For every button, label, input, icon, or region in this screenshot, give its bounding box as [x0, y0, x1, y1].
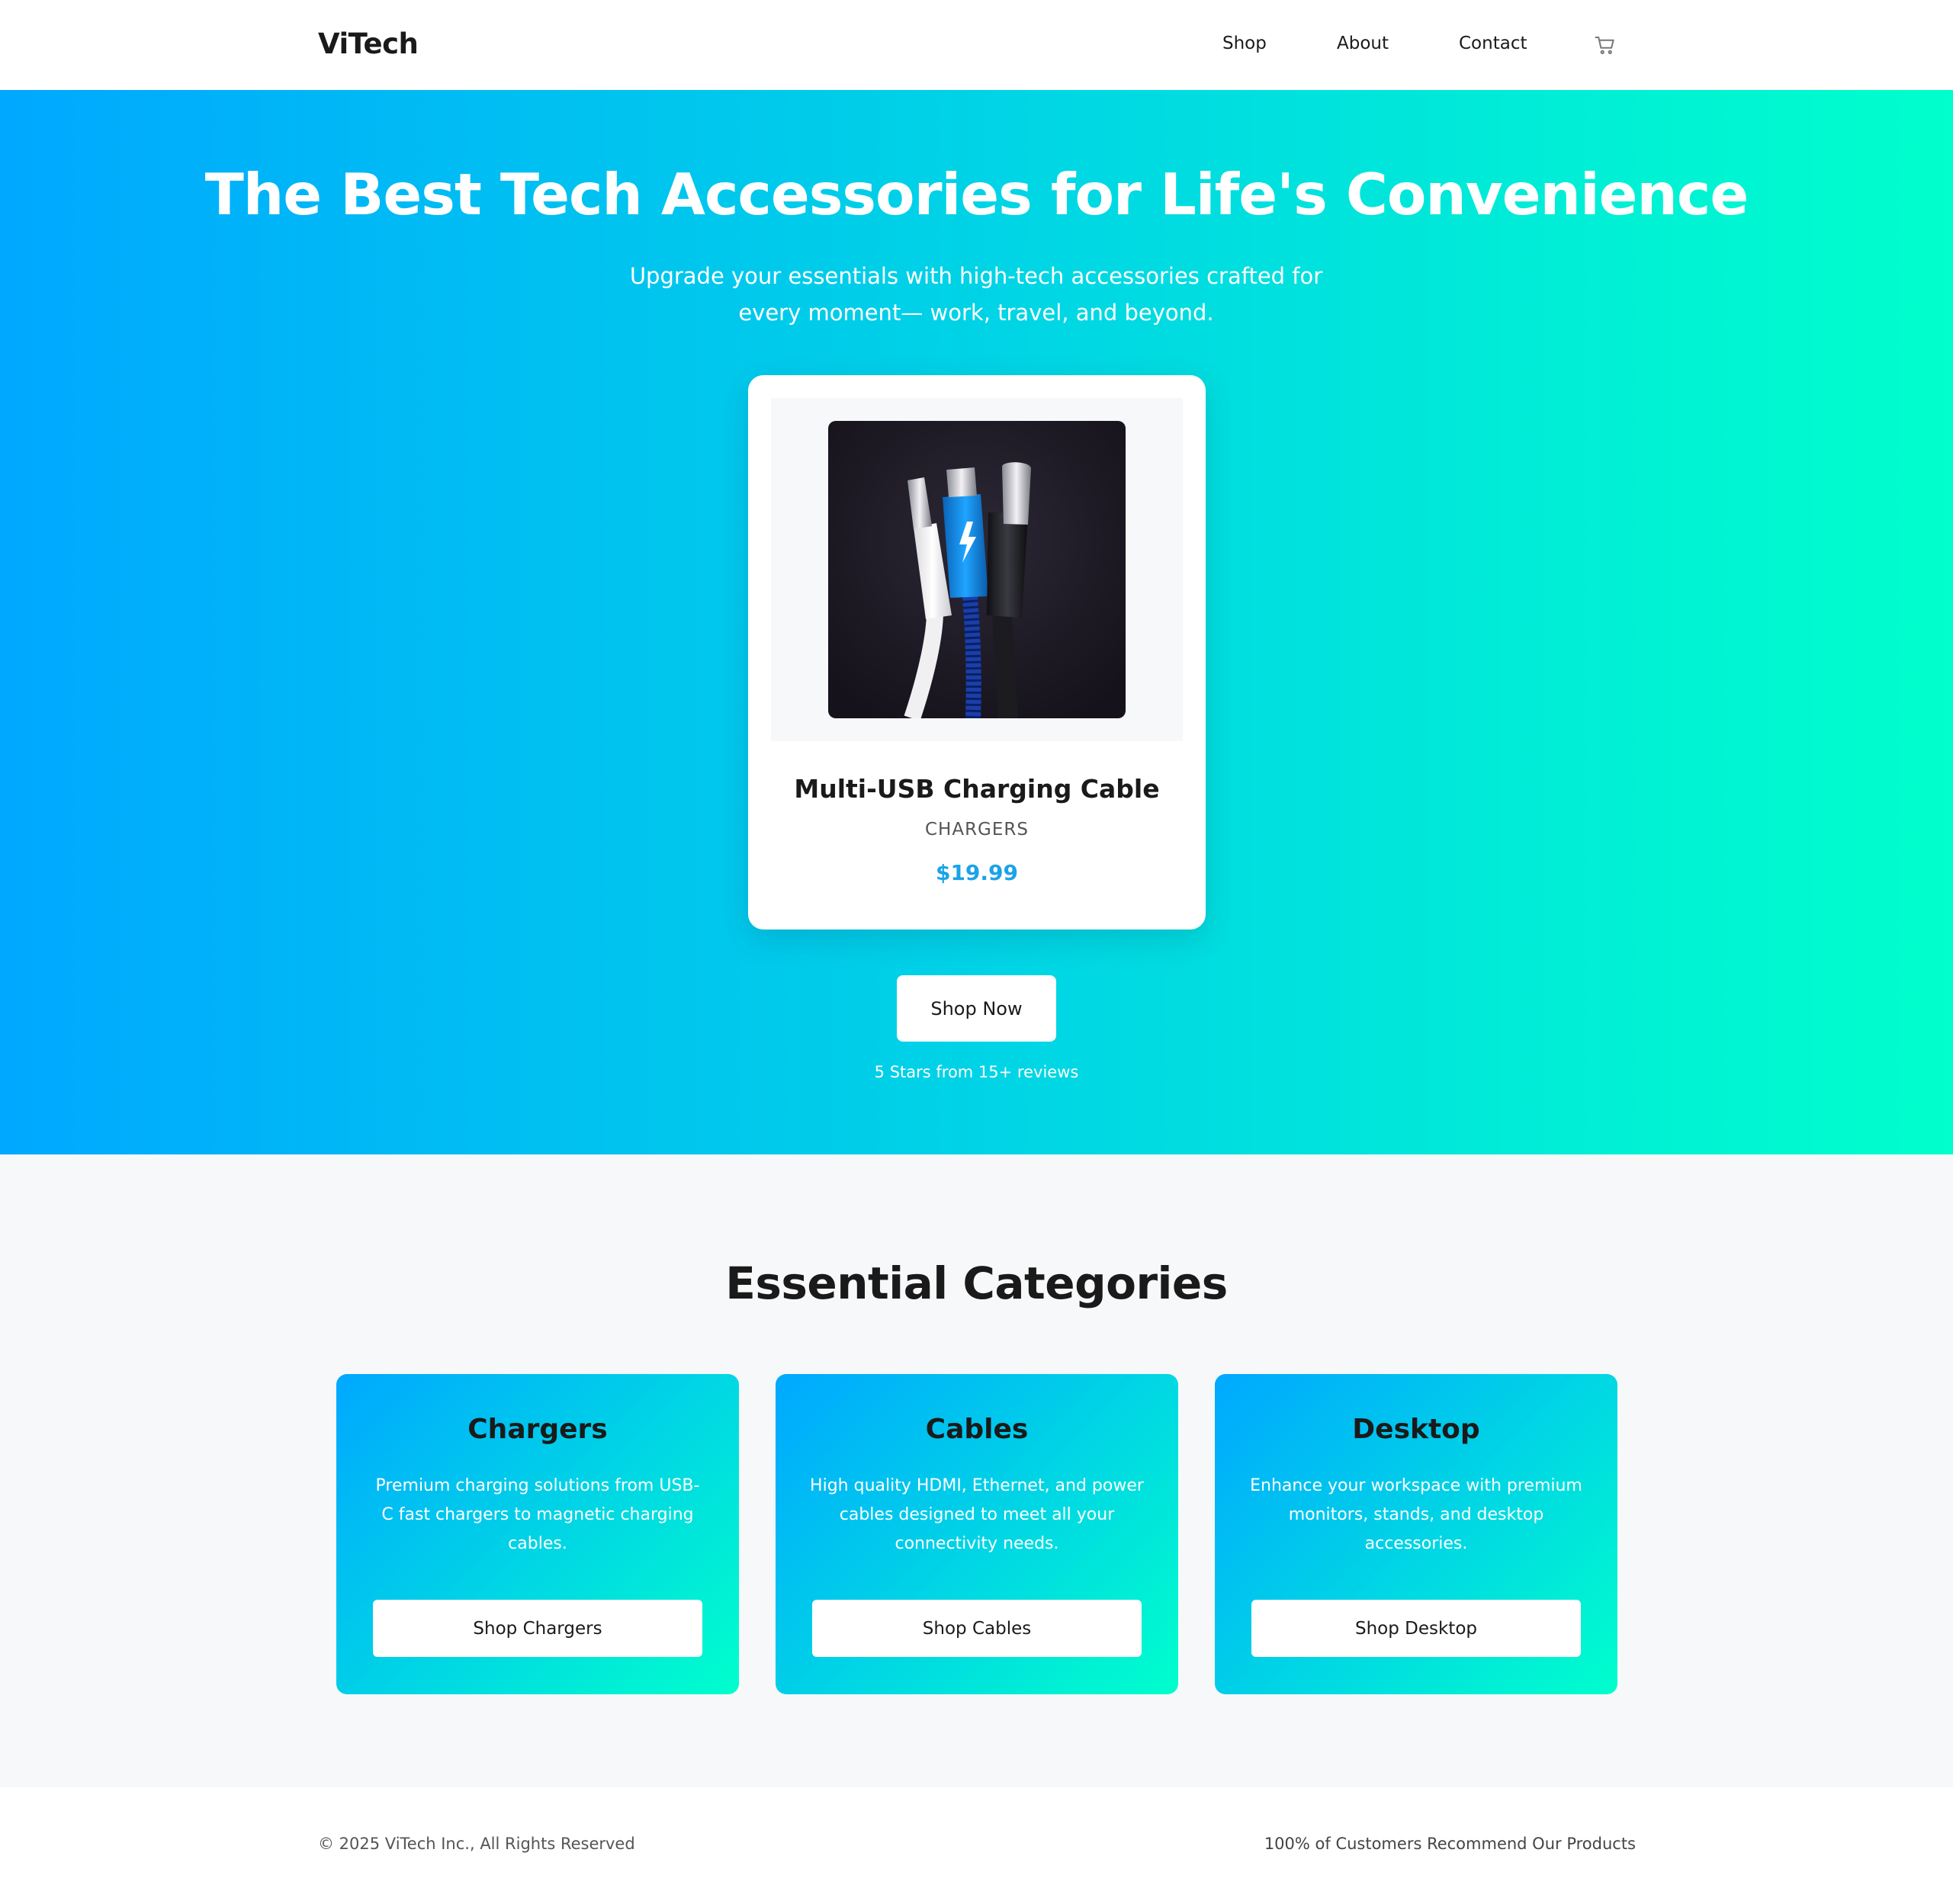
- category-title: Chargers: [467, 1414, 608, 1445]
- category-description: High quality HDMI, Ethernet, and power c…: [810, 1476, 1144, 1553]
- product-image-frame: [771, 398, 1183, 741]
- category-card-chargers: Chargers Premium charging solutions from…: [336, 1374, 739, 1694]
- product-name[interactable]: Multi-USB Charging Cable: [748, 774, 1206, 804]
- top-nav: ViTech Shop About Contact: [0, 0, 1953, 90]
- shop-cables-button[interactable]: Shop Cables: [812, 1600, 1142, 1657]
- shop-now-button[interactable]: Shop Now: [897, 975, 1056, 1042]
- shop-chargers-button[interactable]: Shop Chargers: [373, 1600, 702, 1657]
- categories-section: Essential Categories Chargers Premium ch…: [0, 1154, 1953, 1787]
- category-description: Premium charging solutions from USB-C fa…: [375, 1476, 700, 1553]
- page-footer: © 2025 ViTech Inc., All Rights Reserved …: [0, 1787, 1953, 1904]
- cart-icon[interactable]: [1594, 34, 1617, 56]
- hero-subtitle: Upgrade your essentials with high-tech a…: [629, 263, 1323, 326]
- recommend-text: 100% of Customers Recommend Our Products: [1264, 1835, 1636, 1853]
- product-category: CHARGERS: [924, 820, 1029, 840]
- hero-title: The Best Tech Accessories for Life's Con…: [204, 161, 1749, 228]
- brand-logo[interactable]: ViTech: [318, 27, 419, 60]
- product-image[interactable]: [828, 421, 1126, 718]
- category-title: Desktop: [1352, 1414, 1480, 1445]
- nav-link-contact[interactable]: Contact: [1459, 34, 1527, 53]
- reviews-summary: 5 Stars from 15+ reviews: [874, 1063, 1079, 1081]
- category-title: Cables: [925, 1414, 1029, 1445]
- nav-link-about[interactable]: About: [1337, 34, 1389, 53]
- category-card-desktop: Desktop Enhance your workspace with prem…: [1215, 1374, 1617, 1694]
- category-card-cables: Cables High quality HDMI, Ethernet, and …: [776, 1374, 1178, 1694]
- copyright-text: © 2025 ViTech Inc., All Rights Reserved: [318, 1835, 635, 1853]
- product-price: $19.99: [935, 860, 1019, 885]
- category-description: Enhance your workspace with premium moni…: [1250, 1476, 1582, 1553]
- categories-heading: Essential Categories: [725, 1257, 1228, 1309]
- shop-desktop-button[interactable]: Shop Desktop: [1251, 1600, 1581, 1657]
- featured-product-card[interactable]: Multi-USB Charging Cable CHARGERS $19.99: [748, 375, 1206, 930]
- nav-link-shop[interactable]: Shop: [1222, 34, 1267, 53]
- hero-section: The Best Tech Accessories for Life's Con…: [0, 90, 1953, 1154]
